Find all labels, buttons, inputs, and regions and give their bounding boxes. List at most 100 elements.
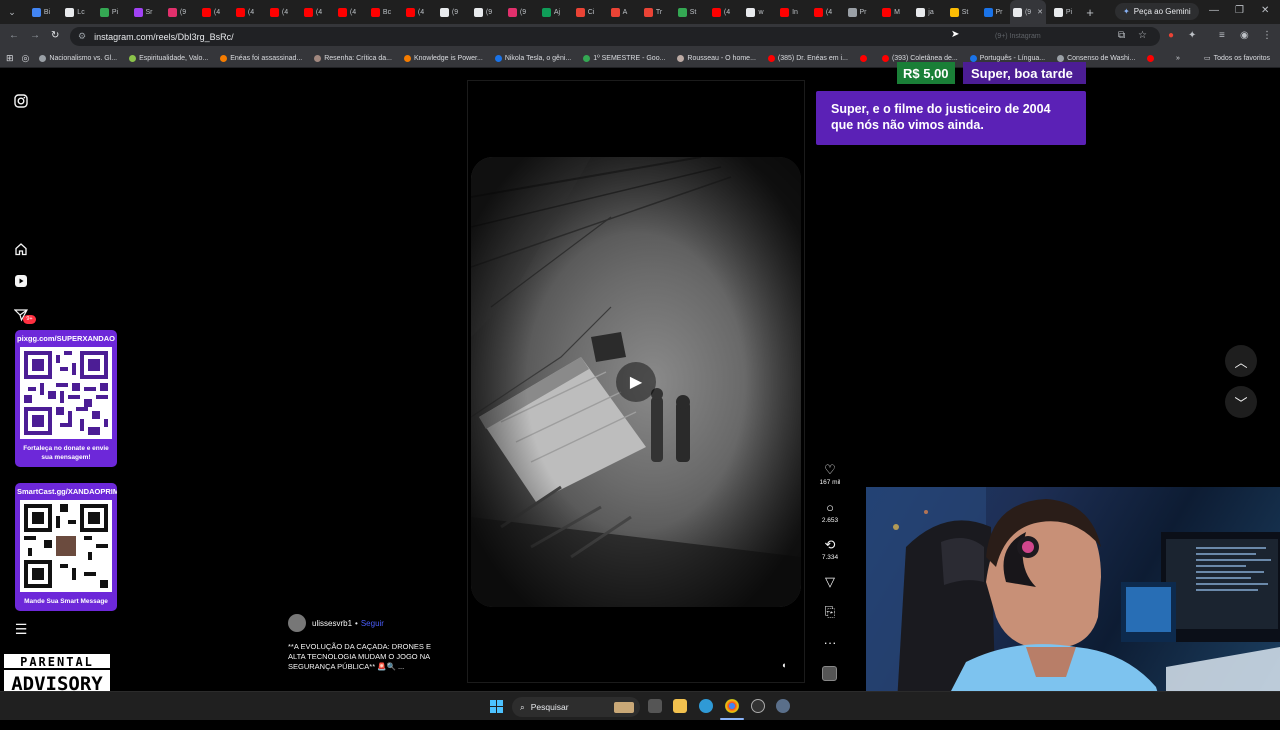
task-view-icon[interactable] [648, 699, 662, 713]
browser-tab[interactable]: (4 [296, 0, 330, 24]
browser-tab[interactable]: (4 [228, 0, 262, 24]
tab-favicon-icon [610, 7, 620, 17]
play-icon[interactable]: ▶ [616, 362, 656, 402]
back-icon[interactable]: ← [9, 30, 19, 41]
bookmark-item[interactable]: Enéas foi assassinad... [214, 54, 308, 62]
bookmark-item[interactable] [854, 54, 876, 62]
more-bookmarks-icon[interactable]: » [1176, 55, 1180, 62]
bookmark-item[interactable]: (385) Dr. Enéas em i... [762, 54, 854, 62]
windows-start-icon[interactable] [490, 700, 503, 718]
browser-tab[interactable]: (9 [500, 0, 534, 24]
restore-icon[interactable]: ❐ [1235, 5, 1244, 16]
heart-icon: ♡ [824, 462, 836, 477]
browser-tab[interactable]: Pi [92, 0, 126, 24]
bookmark-item[interactable]: Resenha: Crítica da... [308, 54, 398, 62]
bookmark-star-icon[interactable]: ☆ [1138, 30, 1147, 41]
extension-icon[interactable]: ● [1168, 30, 1174, 41]
author-avatar[interactable] [288, 614, 306, 632]
menu-kebab-icon[interactable]: ⋮ [1262, 30, 1272, 41]
browser-tab[interactable]: (4 [806, 0, 840, 24]
reload-icon[interactable]: ↻ [51, 30, 59, 41]
hamburger-menu-icon[interactable]: ☰ [12, 620, 30, 638]
cast-icon[interactable]: ⧉ [1118, 30, 1125, 41]
browser-tab[interactable]: (4 [330, 0, 364, 24]
bookmark-item[interactable]: Português - Língua... [964, 54, 1051, 62]
reel-caption[interactable]: **A EVOLUÇÃO DA CAÇADA: DRONES E ALTA TE… [288, 642, 448, 672]
home-icon[interactable] [12, 240, 30, 258]
bookmark-item[interactable]: Nacionalismo vs. Gl... [33, 54, 123, 62]
browser-tab[interactable]: Pr [976, 0, 1010, 24]
next-reel-button[interactable]: ﹀ [1225, 386, 1257, 418]
bookmark-item[interactable]: Rousseau - O home... [671, 54, 761, 62]
media-icon[interactable]: ≡ [1219, 30, 1225, 41]
site-info-icon[interactable]: ⚙ [78, 31, 86, 42]
browser-tab[interactable]: St [670, 0, 704, 24]
taskbar-search[interactable]: ⌕ Pesquisar [512, 697, 640, 717]
obs-icon[interactable] [751, 699, 765, 713]
browser-tab[interactable]: (4 [704, 0, 738, 24]
audio-thumbnail[interactable] [822, 666, 837, 681]
browser-tab[interactable]: Bc [364, 0, 398, 24]
apps-grid-icon[interactable]: ⊞ [6, 53, 22, 64]
repost-button[interactable]: ⟲ 7.334 [815, 537, 845, 561]
previous-reel-button[interactable]: ︿ [1225, 345, 1257, 377]
bookmark-favicon-icon [859, 54, 867, 62]
settings-icon[interactable] [776, 699, 790, 713]
save-button[interactable]: ⎘ [815, 604, 845, 619]
browser-tab[interactable]: (4 [194, 0, 228, 24]
browser-tab[interactable]: ja [908, 0, 942, 24]
minimize-icon[interactable]: — [1209, 5, 1219, 16]
close-icon[interactable]: ✕ [1261, 5, 1269, 16]
browser-tab[interactable]: Pr [840, 0, 874, 24]
all-bookmarks-button[interactable]: ▭ Todos os favoritos [1198, 54, 1276, 63]
reels-icon[interactable] [12, 272, 30, 290]
bookmark-item[interactable]: Espiritualidade, Valo... [123, 54, 214, 62]
bookmark-item[interactable]: Consenso de Washi... [1051, 54, 1141, 62]
tab-search-icon[interactable]: ⌄ [0, 7, 24, 18]
repost-icon: ⟲ [824, 537, 836, 552]
browser-tab[interactable]: Sr [126, 0, 160, 24]
tab-close-icon[interactable]: ✕ [1037, 8, 1043, 16]
instagram-logo-icon[interactable] [12, 92, 30, 110]
browser-tab[interactable]: (9 [466, 0, 500, 24]
globe-icon[interactable]: ◎ [22, 53, 34, 64]
edge-icon[interactable] [699, 699, 713, 713]
browser-tab[interactable]: St [942, 0, 976, 24]
browser-tab[interactable]: Lc [58, 0, 92, 24]
bookmark-item[interactable] [1141, 54, 1163, 62]
file-explorer-icon[interactable] [673, 699, 687, 713]
bookmark-item[interactable]: Nikola Tesla, o gêni... [489, 54, 577, 62]
url-text[interactable]: instagram.com/reels/DbI3rg_BsRc/ [94, 32, 234, 42]
bookmark-item[interactable]: Knowledge is Power... [398, 54, 489, 62]
more-options-button[interactable]: ··· [815, 635, 845, 650]
browser-tab[interactable]: (4 [262, 0, 296, 24]
gemini-button[interactable]: ✦ Peça ao Gemini [1115, 3, 1199, 20]
share-button[interactable]: ▽ [815, 574, 845, 589]
browser-tab[interactable]: Pi [1046, 0, 1080, 24]
comment-button[interactable]: ○ 2.653 [815, 500, 845, 524]
browser-tab[interactable]: M [874, 0, 908, 24]
browser-tab[interactable]: w [738, 0, 772, 24]
browser-tab[interactable]: Tr [636, 0, 670, 24]
follow-button[interactable]: Seguir [361, 619, 384, 628]
address-bar[interactable]: ⚙ instagram.com/reels/DbI3rg_BsRc/ (9+) … [70, 27, 1160, 46]
browser-tab[interactable]: Aj [534, 0, 568, 24]
extensions-puzzle-icon[interactable]: ✦ [1188, 30, 1196, 41]
browser-tab[interactable]: (9 [160, 0, 194, 24]
bookmark-item[interactable]: 1º SEMESTRE - Goo... [577, 54, 671, 62]
browser-tab[interactable]: Ci [568, 0, 602, 24]
browser-tab[interactable]: (9 ✕ [1010, 0, 1046, 24]
author-username[interactable]: ulissesvrb1 [312, 619, 352, 628]
chrome-icon[interactable] [725, 699, 739, 713]
like-button[interactable]: ♡ 167 mil [815, 462, 845, 486]
browser-tab[interactable]: (9 [432, 0, 466, 24]
bookmark-item[interactable]: (393) Coletânea de... [876, 54, 964, 62]
browser-tab[interactable]: (4 [398, 0, 432, 24]
mute-icon[interactable]: ◖ [781, 660, 786, 670]
browser-tab[interactable]: A [602, 0, 636, 24]
forward-icon[interactable]: → [30, 30, 40, 41]
new-tab-button[interactable]: + [1080, 5, 1100, 20]
browser-tab[interactable]: In [772, 0, 806, 24]
browser-tab[interactable]: Bi [24, 0, 58, 24]
profile-avatar-icon[interactable]: ◉ [1240, 30, 1249, 41]
